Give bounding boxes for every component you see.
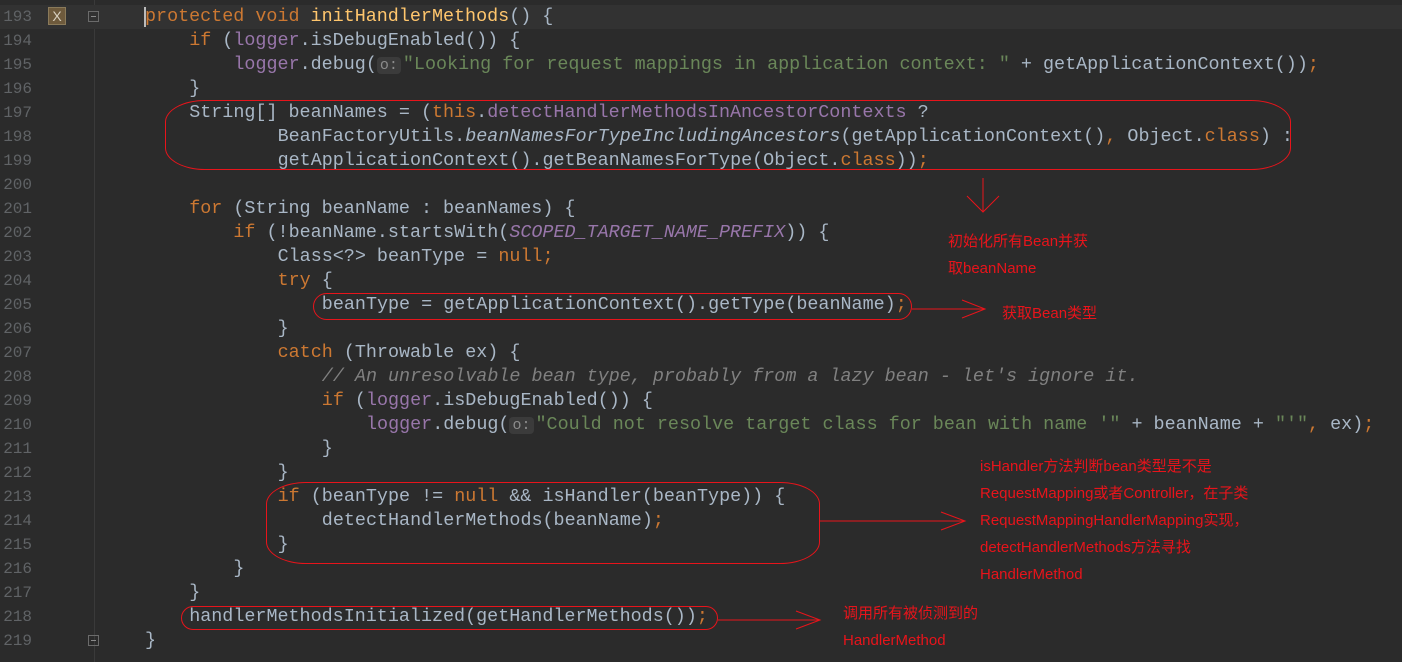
annotation-note-is-handler: isHandler方法判断bean类型是不是 RequestMapping或者C… xyxy=(980,453,1248,588)
annotation-note-initialized: 调用所有被侦测到的 HandlerMethod xyxy=(843,600,978,654)
note-line: HandlerMethod xyxy=(843,632,946,649)
note-line: HandlerMethod xyxy=(980,566,1083,583)
note-line: detectHandlerMethods方法寻找 xyxy=(980,539,1191,556)
note-line: RequestMapping或者Controller，在子类 xyxy=(980,485,1249,502)
annotation-note-init: 初始化所有Bean并获 取beanName xyxy=(948,228,1088,282)
note-line: isHandler方法判断bean类型是不是 xyxy=(980,458,1212,475)
note-line: 调用所有被侦测到的 xyxy=(843,605,979,622)
note-line: RequestMappingHandlerMapping实现， xyxy=(980,512,1249,529)
note-line: 获取Bean类型 xyxy=(1002,305,1098,322)
note-line: 初始化所有Bean并获 xyxy=(948,233,1089,250)
annotation-note-get-type: 获取Bean类型 xyxy=(1002,300,1097,327)
note-line: 取beanName xyxy=(948,260,1037,277)
